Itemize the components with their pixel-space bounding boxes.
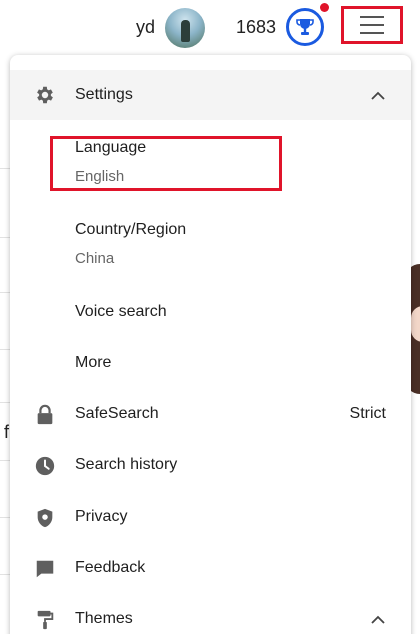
settings-dropdown-panel: Settings Language English Country/Region…	[10, 55, 411, 634]
shield-icon	[37, 508, 53, 528]
more-item[interactable]: More	[10, 346, 411, 382]
country-region-value: China	[75, 250, 115, 267]
trophy-icon	[296, 19, 314, 35]
chevron-up-icon[interactable]	[370, 612, 386, 628]
avatar[interactable]	[165, 8, 205, 48]
search-history-item[interactable]: Search history	[10, 448, 411, 484]
safesearch-label: SafeSearch	[75, 405, 159, 422]
themes-label: Themes	[75, 610, 133, 627]
themes-item[interactable]: Themes	[10, 602, 411, 634]
chat-bubble-icon	[36, 560, 54, 578]
language-item[interactable]: Language English	[10, 133, 411, 193]
country-region-label: Country/Region	[75, 221, 187, 238]
username[interactable]: yd	[136, 17, 155, 38]
settings-label: Settings	[75, 86, 133, 103]
more-label: More	[75, 354, 112, 371]
background-text-fragment: f	[4, 422, 10, 442]
voice-search-item[interactable]: Voice search	[10, 295, 411, 331]
feedback-item[interactable]: Feedback	[10, 551, 411, 587]
notification-dot	[320, 3, 329, 12]
privacy-label: Privacy	[75, 508, 128, 525]
gear-icon	[37, 86, 53, 104]
menu-button[interactable]	[341, 6, 403, 44]
paint-roller-icon	[37, 610, 54, 630]
lock-icon	[37, 404, 53, 425]
feedback-label: Feedback	[75, 559, 146, 576]
rewards-button[interactable]	[286, 8, 324, 46]
privacy-item[interactable]: Privacy	[10, 500, 411, 536]
settings-section-header[interactable]: Settings	[10, 70, 411, 120]
safesearch-item[interactable]: SafeSearch Strict	[10, 397, 411, 433]
country-region-item[interactable]: Country/Region China	[10, 215, 411, 277]
voice-search-label: Voice search	[75, 303, 167, 320]
rewards-points[interactable]: 1683	[236, 17, 276, 38]
search-history-label: Search history	[75, 456, 178, 473]
language-value: English	[75, 168, 125, 185]
top-bar: yd 1683	[0, 0, 420, 56]
clock-icon	[35, 456, 55, 476]
safesearch-value: Strict	[349, 405, 386, 422]
chevron-up-icon[interactable]	[370, 88, 386, 104]
language-label: Language	[75, 139, 147, 156]
